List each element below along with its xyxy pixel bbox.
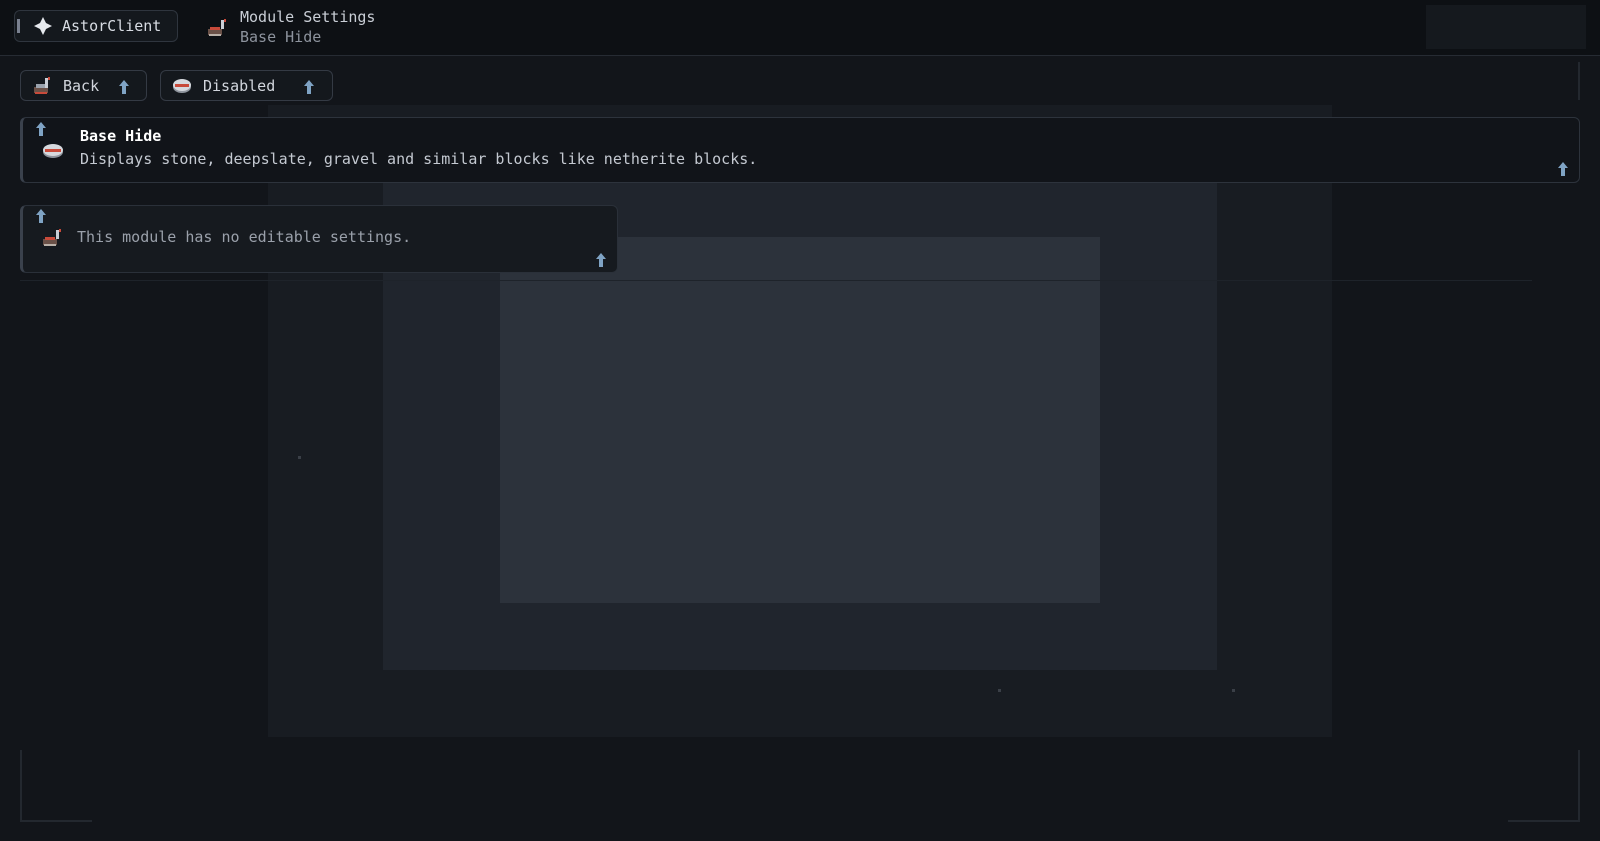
module-card: Base Hide Displays stone, deepslate, gra… (20, 117, 1580, 183)
pin-icon (303, 79, 315, 94)
screen: AstorClient Module Settings Base Hide Ba… (0, 0, 1600, 841)
breadcrumb-title: Module Settings (240, 8, 376, 26)
corner-bracket-bottom-right (1508, 750, 1580, 822)
back-button[interactable]: Back (20, 70, 147, 101)
brand-button[interactable]: AstorClient (14, 10, 178, 42)
wrench-icon (40, 226, 64, 250)
module-description: Displays stone, deepslate, gravel and si… (80, 150, 758, 168)
background-dot (998, 689, 1001, 692)
background-divider (20, 280, 1532, 281)
top-bar: AstorClient Module Settings Base Hide (0, 0, 1600, 56)
top-right-panel (1426, 5, 1586, 49)
pin-icon (595, 252, 607, 267)
background-dot (1232, 689, 1235, 692)
module-name: Base Hide (80, 127, 162, 145)
breadcrumb-subtitle: Base Hide (240, 28, 322, 46)
pin-icon (35, 121, 47, 136)
background-panel-inner (500, 237, 1100, 603)
module-icon (41, 138, 65, 162)
pin-icon (118, 79, 130, 94)
pin-icon (1557, 161, 1569, 176)
back-label: Back (63, 76, 100, 95)
brand-accent-bar (17, 19, 20, 33)
module-toggle-button[interactable]: Disabled (160, 70, 333, 101)
settings-empty-panel: This module has no editable settings. (20, 205, 618, 273)
scroll-rail[interactable] (1578, 62, 1580, 100)
wrench-icon (205, 16, 229, 40)
settings-empty-message: This module has no editable settings. (77, 228, 412, 246)
diamond-icon (32, 15, 54, 37)
corner-bracket-bottom-left (20, 750, 92, 822)
back-icon (31, 75, 53, 97)
brand-label: AstorClient (62, 17, 162, 35)
toggle-label: Disabled (203, 76, 276, 95)
pin-icon (35, 208, 47, 223)
toggle-icon (171, 75, 193, 97)
background-dot (298, 456, 301, 459)
